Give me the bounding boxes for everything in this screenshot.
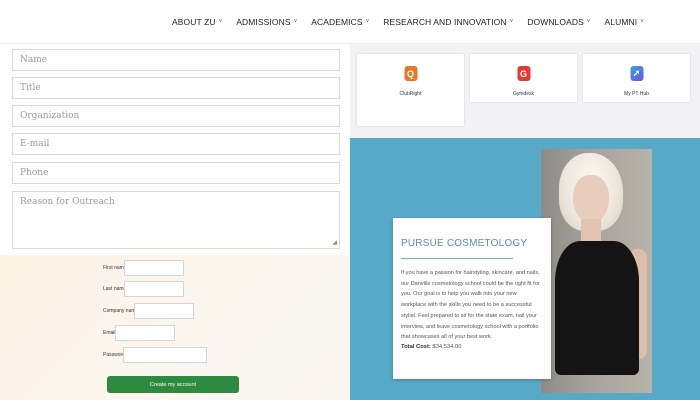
total-cost-label: Total Cost: (401, 343, 431, 350)
app-card-my-pt-hub[interactable]: ➚ My PT Hub (583, 54, 690, 102)
chevron-down-icon: ˅ (509, 19, 514, 25)
cosmetology-promo: PURSUE COSMETOLOGY If you have a passion… (350, 138, 700, 400)
create-account-button[interactable]: Create my account (107, 376, 239, 393)
password-input[interactable] (123, 347, 207, 363)
resize-handle-icon[interactable]: ◢ (332, 239, 337, 246)
nav-item-label: ABOUT ZU (172, 17, 216, 27)
apps-panel: Q ClubRight G Gymdesk ➚ My PT Hub (350, 44, 700, 138)
cosmetology-description: If you have a passion for hairstyling, s… (401, 270, 540, 341)
nav-item-academics[interactable]: ACADEMICS ˅ (311, 17, 369, 27)
last-name-input[interactable] (124, 281, 184, 297)
nav-menu: ABOUT ZU ˅ ADMISSIONS ˅ ACADEMICS ˅ RESEARC… (172, 17, 644, 27)
photo-face (573, 175, 609, 223)
signup-form: First name Last name Company name Email … (0, 255, 349, 400)
nav-item-alumni[interactable]: ALUMNI ˅ (605, 17, 644, 27)
nav-item-research[interactable]: RESEARCH AND INNOVATION ˅ (383, 17, 513, 27)
app-name: Gymdesk (512, 91, 535, 97)
nav-item-label: RESEARCH AND INNOVATION (383, 17, 507, 27)
chevron-down-icon: ˅ (365, 19, 370, 25)
chevron-down-icon: ˅ (586, 19, 591, 25)
title-field[interactable]: Title (12, 77, 340, 99)
top-navigation-bar: ABOUT ZU ˅ ADMISSIONS ˅ ACADEMICS ˅ RESEARC… (0, 0, 700, 44)
cosmetology-card: PURSUE COSMETOLOGY If you have a passion… (393, 218, 551, 379)
photo-neck (581, 219, 601, 243)
gymdesk-icon: G (517, 66, 530, 81)
password-label: Password (103, 352, 125, 358)
cosmetology-title: PURSUE COSMETOLOGY (401, 238, 528, 249)
photo-shirt (555, 241, 639, 375)
organization-field[interactable]: Organization (12, 105, 340, 127)
app-name: My PT Hub (624, 91, 649, 97)
nav-item-admissions[interactable]: ADMISSIONS ˅ (236, 17, 297, 27)
nav-item-downloads[interactable]: DOWNLOADS ˅ (527, 17, 590, 27)
name-field[interactable]: Name (12, 49, 340, 71)
clubright-icon: Q (404, 66, 417, 81)
app-name: ClubRight (399, 91, 422, 97)
chevron-down-icon: ˅ (640, 19, 644, 25)
nav-item-label: ADMISSIONS (236, 17, 291, 27)
chevron-down-icon: ˅ (293, 19, 298, 25)
my-pt-hub-icon: ➚ (630, 66, 643, 81)
total-cost: Total Cost: $34,534.00 (401, 344, 543, 350)
reason-placeholder: Reason for Outreach (20, 197, 115, 207)
email-input[interactable] (115, 325, 175, 341)
company-name-label: Company name (103, 308, 139, 314)
app-card-clubright[interactable]: Q ClubRight (357, 54, 464, 126)
phone-field[interactable]: Phone (12, 162, 340, 184)
nav-item-label: ALUMNI (604, 17, 638, 27)
app-card-gymdesk[interactable]: G Gymdesk (470, 54, 577, 102)
outreach-form: Name Title Organization E-mail Phone Rea… (0, 44, 349, 255)
reason-textarea[interactable]: Reason for Outreach ◢ (12, 191, 340, 249)
email-label: Email (103, 330, 116, 336)
total-cost-value: $34,534.00 (432, 343, 462, 350)
student-photo (541, 149, 652, 393)
nav-item-label: ACADEMICS (311, 17, 363, 27)
last-name-label: Last name (103, 286, 127, 292)
company-name-input[interactable] (134, 303, 194, 319)
first-name-input[interactable] (124, 260, 184, 276)
nav-item-about[interactable]: ABOUT ZU ˅ (172, 17, 222, 27)
chevron-down-icon: ˅ (218, 19, 223, 25)
nav-item-label: DOWNLOADS (527, 17, 584, 27)
email-field[interactable]: E-mail (12, 133, 340, 155)
title-divider (401, 258, 513, 259)
